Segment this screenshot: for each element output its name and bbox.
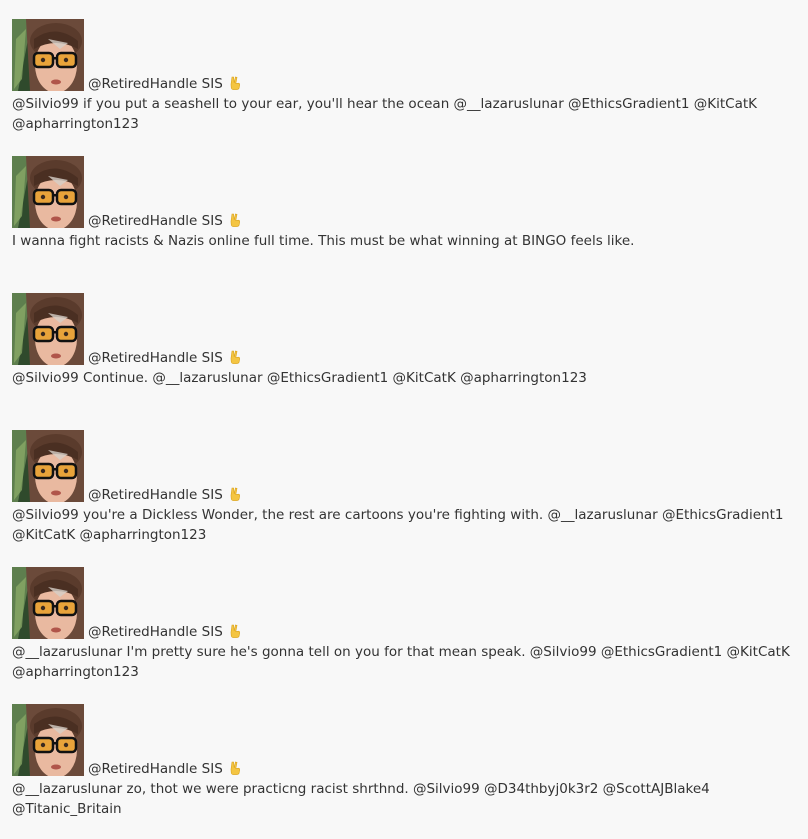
author-handle-text[interactable]: @RetiredHandle SIS	[88, 624, 223, 640]
tweet-item: @RetiredHandle SIS @Silvio99 if you put …	[12, 17, 802, 154]
tweet-text: @__lazaruslunar I'm pretty sure he's gon…	[12, 644, 790, 680]
tweet-header: @RetiredHandle SIS	[12, 702, 802, 777]
author-handle-text[interactable]: @RetiredHandle SIS	[88, 761, 223, 777]
tweet-text: @Silvio99 if you put a seashell to your …	[12, 96, 758, 132]
avatar-image	[12, 704, 84, 776]
author-handle[interactable]: @RetiredHandle SIS	[88, 213, 241, 229]
victory-hand-icon	[230, 350, 241, 364]
tweet-item: @RetiredHandle SIS @__lazaruslunar zo, t…	[12, 702, 802, 839]
author-handle[interactable]: @RetiredHandle SIS	[88, 350, 241, 366]
victory-hand-icon	[230, 761, 241, 775]
author-handle-text[interactable]: @RetiredHandle SIS	[88, 487, 223, 503]
tweet-text: @Silvio99 you're a Dickless Wonder, the …	[12, 507, 784, 543]
victory-hand-icon	[230, 213, 241, 227]
avatar-image	[12, 156, 84, 228]
author-handle[interactable]: @RetiredHandle SIS	[88, 487, 241, 503]
avatar[interactable]	[12, 704, 84, 776]
tweet-item: @RetiredHandle SIS @Silvio99 you're a Di…	[12, 428, 802, 565]
tweet-header: @RetiredHandle SIS	[12, 565, 802, 640]
avatar-image	[12, 567, 84, 639]
tweet-header: @RetiredHandle SIS	[12, 291, 802, 366]
author-handle[interactable]: @RetiredHandle SIS	[88, 761, 241, 777]
tweet-text: @Silvio99 Continue. @__lazaruslunar @Eth…	[12, 370, 587, 386]
avatar-image	[12, 293, 84, 365]
avatar[interactable]	[12, 19, 84, 91]
author-handle[interactable]: @RetiredHandle SIS	[88, 76, 241, 92]
avatar[interactable]	[12, 156, 84, 228]
tweet-item: @RetiredHandle SIS I wanna fight racists…	[12, 154, 802, 291]
tweet-item: @RetiredHandle SIS @__lazaruslunar I'm p…	[12, 565, 802, 702]
avatar-image	[12, 430, 84, 502]
tweet-header: @RetiredHandle SIS	[12, 154, 802, 229]
tweet-text: I wanna fight racists & Nazis online ful…	[12, 233, 635, 249]
tweet-feed: @RetiredHandle SIS @Silvio99 if you put …	[12, 17, 802, 839]
author-handle[interactable]: @RetiredHandle SIS	[88, 624, 241, 640]
victory-hand-icon	[230, 76, 241, 90]
tweet-header: @RetiredHandle SIS	[12, 17, 802, 92]
tweet-text: @__lazaruslunar zo, thot we were practic…	[12, 781, 710, 817]
author-handle-text[interactable]: @RetiredHandle SIS	[88, 76, 223, 92]
avatar[interactable]	[12, 293, 84, 365]
avatar[interactable]	[12, 567, 84, 639]
victory-hand-icon	[230, 487, 241, 501]
tweet-header: @RetiredHandle SIS	[12, 428, 802, 503]
author-handle-text[interactable]: @RetiredHandle SIS	[88, 213, 223, 229]
tweet-item: @RetiredHandle SIS @Silvio99 Continue. @…	[12, 291, 802, 428]
victory-hand-icon	[230, 624, 241, 638]
avatar[interactable]	[12, 430, 84, 502]
avatar-image	[12, 19, 84, 91]
author-handle-text[interactable]: @RetiredHandle SIS	[88, 350, 223, 366]
